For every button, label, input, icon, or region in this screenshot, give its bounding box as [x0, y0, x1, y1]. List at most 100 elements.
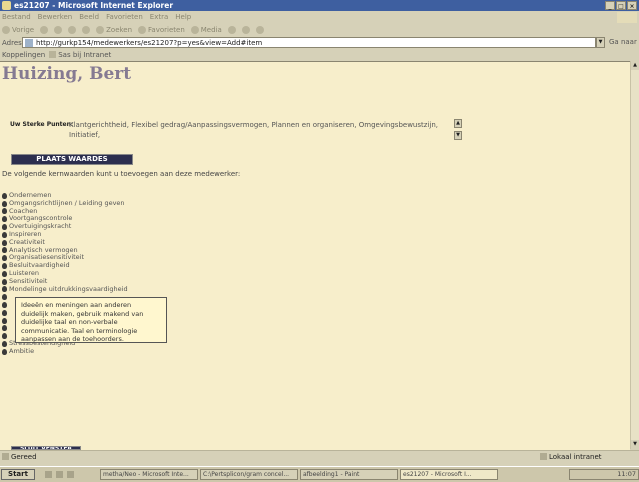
favorites-label: Favorieten [148, 26, 185, 34]
person-icon [2, 294, 7, 301]
status-zone: Lokaal intranet [540, 453, 602, 461]
maximize-button[interactable]: □ [616, 1, 626, 10]
minimize-button[interactable]: _ [605, 1, 615, 10]
tooltip: Ideeën en meningen aan anderen duidelijk… [15, 297, 167, 343]
media-button[interactable]: Media [190, 26, 222, 34]
clock: 11:07 [617, 470, 636, 478]
person-icon [2, 216, 7, 223]
person-icon [2, 333, 7, 340]
window-controls: _ □ × [605, 1, 637, 10]
task-button[interactable]: es21207 - Microsoft I... [400, 469, 498, 480]
list-item-label: Ambitie [9, 346, 35, 355]
strengths-scroll-down-button[interactable]: ▼ [454, 131, 462, 140]
person-icon [2, 278, 7, 285]
close-button[interactable]: × [627, 1, 637, 10]
place-values-button[interactable]: PLAATS WAARDES [11, 154, 133, 165]
employee-name: Huizing, Bert [2, 64, 132, 84]
link-intranet-label: Sas bij Intranet [58, 50, 112, 59]
status-left: Gereed [2, 453, 37, 461]
toolbar: Vorige Zoeken Favorieten Media [0, 24, 639, 36]
person-icon [2, 286, 7, 293]
search-button[interactable]: Zoeken [96, 26, 132, 34]
back-label: Vorige [12, 26, 35, 34]
windows-logo-icon [617, 12, 637, 23]
menu-favorites[interactable]: Favorieten [106, 12, 143, 23]
search-label: Zoeken [106, 26, 133, 34]
search-icon [96, 26, 105, 34]
person-icon [2, 224, 7, 231]
address-url: http://gurkp154/medewerkers/es21207?p=ye… [36, 38, 263, 47]
menu-bar: Bestand Bewerken Beeld Favorieten Extra … [0, 12, 639, 23]
task-button[interactable]: metha/Neo - Microsoft Inte... [100, 469, 198, 480]
link-page-icon [49, 51, 57, 58]
address-dropdown-button[interactable]: ▼ [596, 37, 605, 48]
print-button[interactable] [255, 26, 264, 34]
mail-icon [241, 26, 250, 34]
start-button[interactable]: Start [1, 469, 35, 480]
address-input[interactable]: http://gurkp154/medewerkers/es21207?p=ye… [22, 37, 596, 48]
list-item-label: Mondelinge uitdrukkingsvaardigheid [9, 284, 128, 293]
quick-launch [45, 471, 74, 478]
tooltip-line: aanpassen aan de toehoorders. [21, 335, 124, 344]
strengths-scroll-up-button[interactable]: ▲ [454, 119, 462, 128]
person-icon [2, 231, 7, 238]
vertical-scrollbar[interactable]: ▲ ▼ [630, 61, 639, 449]
stop-button[interactable] [54, 26, 63, 34]
person-icon [2, 208, 7, 215]
links-label: Koppelingen [2, 50, 46, 59]
scroll-down-button[interactable]: ▼ [631, 440, 639, 449]
task-list: metha/Neo - Microsoft Inte... C:\Pertspl… [100, 469, 498, 480]
history-icon [227, 26, 236, 34]
forward-button[interactable] [40, 26, 49, 34]
person-icon [2, 325, 7, 332]
menu-help[interactable]: Help [175, 12, 191, 23]
home-button[interactable] [82, 26, 91, 34]
link-intranet[interactable]: Sas bij Intranet [49, 51, 111, 59]
person-icon [2, 255, 7, 262]
strengths-label: Uw Sterke Punten: [10, 121, 74, 128]
ie-quicklaunch-icon[interactable] [56, 471, 63, 478]
task-button[interactable]: C:\Pertsplicon/gram concel... [200, 469, 298, 480]
menu-file[interactable]: Bestand [2, 12, 31, 23]
go-button[interactable]: Ga naar [609, 38, 637, 46]
show-desktop-icon[interactable] [45, 471, 52, 478]
list-item[interactable]: Mondelinge uitdrukkingsvaardigheid [2, 284, 128, 294]
person-icon [2, 302, 7, 309]
intro-text: De volgende kernwaarden kunt u toevoegen… [2, 170, 241, 178]
favorites-button[interactable]: Favorieten [138, 26, 185, 34]
person-icon [2, 263, 7, 270]
scroll-up-button[interactable]: ▲ [631, 61, 639, 70]
page-status-icon [2, 453, 9, 460]
zone-text: Lokaal intranet [549, 452, 602, 461]
stop-icon [54, 26, 63, 34]
refresh-button[interactable] [68, 26, 77, 34]
mail-button[interactable] [241, 26, 250, 34]
history-button[interactable] [227, 26, 236, 34]
person-icon [2, 239, 7, 246]
menu-edit[interactable]: Bewerken [38, 12, 73, 23]
person-icon [2, 341, 7, 348]
status-bar: Gereed Lokaal intranet [0, 450, 639, 462]
outlook-quicklaunch-icon[interactable] [67, 471, 74, 478]
task-button[interactable]: afbeelding1 - Paint [300, 469, 398, 480]
menu-tools[interactable]: Extra [150, 12, 168, 23]
print-icon [255, 26, 264, 34]
address-bar: Adres http://gurkp154/medewerkers/es2120… [0, 37, 639, 48]
person-icon [2, 270, 7, 277]
ie-logo-icon [2, 1, 11, 10]
page-icon [25, 38, 33, 47]
menu-view[interactable]: Beeld [79, 12, 99, 23]
person-icon [2, 309, 7, 316]
tooltip-line: communicatie. Taal en terminologie [21, 326, 138, 335]
person-icon [2, 247, 7, 254]
list-item[interactable]: Ambitie [2, 346, 128, 356]
favorites-icon [138, 26, 147, 34]
back-button[interactable]: Vorige [2, 26, 34, 34]
intranet-icon [540, 453, 547, 460]
address-label: Adres [2, 38, 22, 47]
status-text: Gereed [11, 452, 37, 461]
strengths-value: Klantgerichtheid, Flexibel gedrag/Aanpas… [69, 121, 438, 139]
window-title: es21207 - Microsoft Internet Explorer [14, 1, 174, 10]
links-bar: Koppelingen Sas bij Intranet [0, 49, 639, 60]
title-bar: es21207 - Microsoft Internet Explorer _ … [0, 0, 639, 11]
